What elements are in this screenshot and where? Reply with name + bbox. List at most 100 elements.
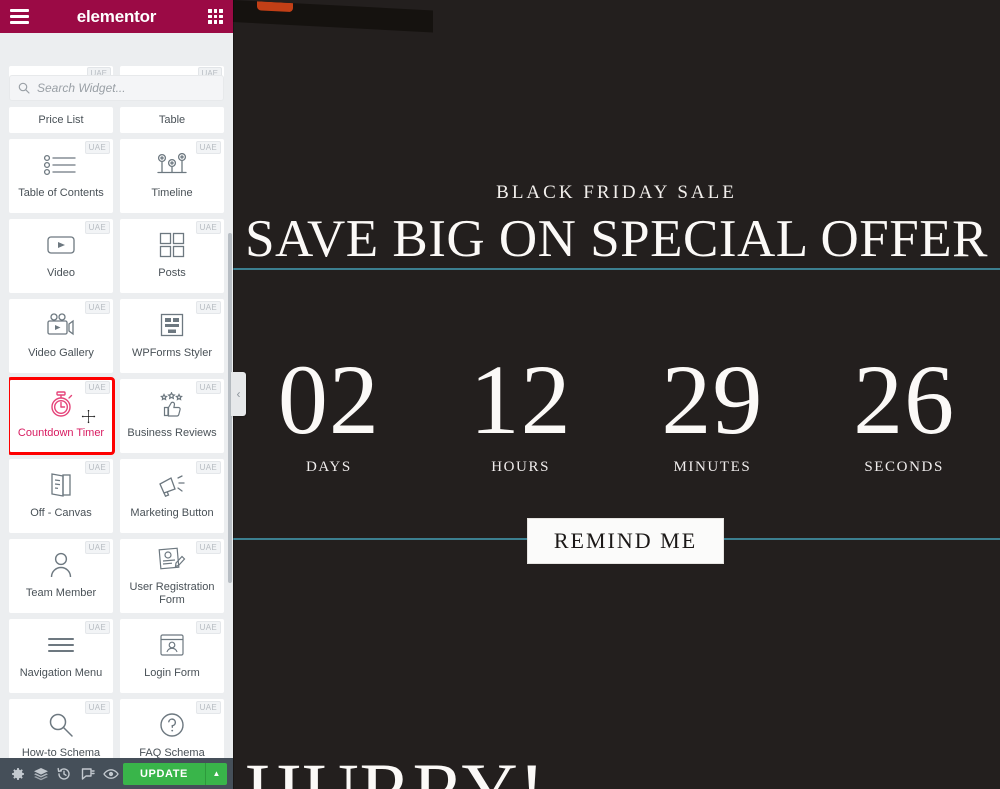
preview-eye-icon[interactable] (100, 758, 123, 789)
widget-card-table-of-contents[interactable]: UAE Table of Contents (9, 139, 113, 213)
widget-card-marketing-button[interactable]: UAE Marketing Button (120, 459, 224, 533)
widget-card-login-form[interactable]: UAE Login Form (120, 619, 224, 693)
stopwatch-icon (48, 391, 74, 418)
countdown-days-value: 02 (277, 344, 380, 455)
widget-card-navigation-menu[interactable]: UAE Navigation Menu (9, 619, 113, 693)
panel-collapse-handle[interactable]: ‹ (231, 372, 246, 416)
widget-card-countdown-timer[interactable]: UAE Countdown Timer (9, 377, 115, 455)
question-circle-icon (159, 712, 185, 738)
widget-label: Table of Contents (18, 187, 104, 200)
widget-card-user-registration-form[interactable]: UAE User Registration Form (120, 539, 224, 613)
widget-card-off-canvas[interactable]: UAE Off - Canvas (9, 459, 113, 533)
elementor-logo-text: elementor (76, 6, 157, 26)
login-form-icon (159, 632, 185, 658)
page-title: SAVE BIG ON SPECIAL OFFER (245, 210, 988, 268)
uae-badge: UAE (195, 221, 221, 234)
uae-badge: UAE (195, 141, 221, 154)
uae-badge: UAE (84, 701, 110, 714)
drop-indicator-top (233, 268, 1000, 270)
update-button[interactable]: UPDATE (122, 762, 205, 785)
off-canvas-icon (49, 472, 73, 498)
video-icon (46, 232, 76, 258)
posts-grid-icon (159, 232, 185, 258)
uae-badge: UAE (84, 301, 110, 314)
uae-badge: UAE (195, 381, 221, 394)
uae-badge: UAE (84, 141, 110, 154)
widget-card-video[interactable]: UAE Video (9, 219, 113, 293)
widget-label: WPForms Styler (131, 347, 213, 360)
countdown-unit-seconds: 26 SECONDS (819, 344, 989, 476)
countdown-minutes-label: MINUTES (673, 459, 752, 475)
countdown-hours-label: HOURS (491, 459, 551, 475)
countdown-seconds-label: SECONDS (864, 459, 944, 475)
grid-apps-icon[interactable] (208, 9, 223, 24)
widget-label: Business Reviews (127, 427, 217, 440)
widget-label: Login Form (144, 667, 200, 680)
widget-card-table[interactable]: Table (120, 107, 224, 133)
layers-icon[interactable] (29, 758, 52, 789)
widget-card-video-gallery[interactable]: UAE Video Gallery (9, 299, 113, 373)
widget-label: Marketing Button (130, 507, 214, 520)
widget-card-team-member[interactable]: UAE Team Member (9, 539, 113, 613)
panel-body: UAE UAE Price List Table (0, 33, 233, 758)
uae-badge: UAE (84, 461, 110, 474)
table-of-contents-icon (43, 152, 79, 178)
widget-card-business-reviews[interactable]: UAE Business Reviews (120, 379, 224, 453)
widget-card-price-list[interactable]: Price List (9, 107, 113, 133)
menu-lines-icon (47, 632, 75, 658)
update-options-caret-icon[interactable]: ▲ (205, 762, 227, 785)
widget-label: Posts (158, 267, 186, 280)
wpforms-styler-icon (160, 312, 184, 338)
uae-badge: UAE (84, 621, 110, 634)
countdown-unit-days: 02 DAYS (244, 344, 414, 476)
countdown-days-label: DAYS (305, 459, 352, 475)
search-icon (18, 82, 30, 94)
countdown-timer-widget[interactable]: 02 DAYS 12 HOURS 29 MINUTES 26 SECONDS (233, 344, 1000, 482)
widget-label: Video Gallery (28, 347, 94, 360)
countdown-unit-minutes: 29 MINUTES (627, 344, 797, 476)
widget-label: Video (47, 267, 75, 280)
history-icon[interactable] (53, 758, 76, 789)
registration-form-icon (158, 546, 186, 572)
countdown-minutes-value: 29 (661, 344, 764, 455)
widget-label: Off - Canvas (30, 507, 92, 520)
widget-card-wpforms-styler[interactable]: UAE WPForms Styler (120, 299, 224, 373)
hero-eyebrow: BLACK FRIDAY SALE (496, 182, 737, 203)
update-button-group: UPDATE ▲ (122, 762, 227, 785)
uae-badge: UAE (195, 461, 221, 474)
video-gallery-icon (46, 312, 76, 338)
search-input[interactable] (37, 81, 215, 95)
settings-gear-icon[interactable] (6, 758, 29, 789)
timeline-icon (156, 152, 188, 178)
widget-list: Price List Table UAE Table of Contents U… (9, 107, 230, 758)
countdown-unit-hours: 12 HOURS (436, 344, 606, 476)
uae-badge: UAE (195, 301, 221, 314)
widget-label: Team Member (25, 587, 97, 600)
remind-me-button[interactable]: REMIND ME (527, 518, 724, 564)
countdown-seconds-value: 26 (853, 344, 956, 455)
widget-card-how-to-schema[interactable]: UAE How-to Schema (9, 699, 113, 758)
thumbs-up-stars-icon (157, 392, 187, 418)
widget-label: User Registration Form (129, 581, 215, 606)
hamburger-icon[interactable] (10, 9, 29, 24)
elementor-editor: BLACK FRIDAY SALE SAVE BIG ON SPECIAL OF… (0, 0, 1000, 789)
widget-card-posts[interactable]: UAE Posts (120, 219, 224, 293)
uae-badge: UAE (195, 541, 221, 554)
widget-label: Countdown Timer (17, 427, 105, 440)
widget-label: Navigation Menu (19, 667, 103, 680)
widget-card-timeline[interactable]: UAE Timeline (120, 139, 224, 213)
search-widget-bar[interactable] (9, 75, 224, 101)
widget-label: FAQ Schema (139, 747, 205, 758)
widget-label: Table (158, 113, 186, 126)
widget-label: How-to Schema (21, 747, 101, 758)
uae-badge: UAE (84, 221, 110, 234)
megaphone-icon (157, 472, 187, 498)
editor-bottom-toolbar: UPDATE ▲ (0, 758, 233, 789)
countdown-hours-value: 12 (469, 344, 572, 455)
navigator-icon[interactable] (76, 758, 99, 789)
widget-label: Timeline (151, 187, 193, 200)
move-cursor-icon (80, 408, 97, 425)
uae-badge: UAE (84, 541, 110, 554)
panel-header: elementor (0, 0, 233, 33)
widget-card-faq-schema[interactable]: UAE FAQ Schema (120, 699, 224, 758)
